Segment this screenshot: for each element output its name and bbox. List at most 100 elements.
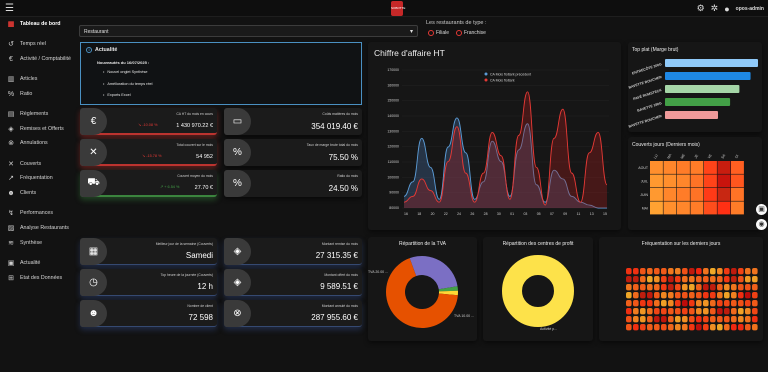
sidebar-item-etat-donnees[interactable]: ⊞ Etat des Données xyxy=(7,273,62,283)
tva-donut-chart[interactable]: TVA 20.00 ... TVA 10.00 ... xyxy=(368,237,477,341)
x-tick-label: 07 xyxy=(550,212,554,216)
sidebar-item-synthese[interactable]: ≋ Synthèse xyxy=(7,238,42,248)
euro-icon: € xyxy=(80,108,107,135)
euro-icon: € xyxy=(9,55,13,63)
restaurant-type-label: Les restaurants de type : xyxy=(426,20,487,26)
account-cog-icon[interactable]: ✲ xyxy=(711,3,719,14)
radio-franchise[interactable]: Franchise xyxy=(456,30,486,36)
heatmap-dot xyxy=(689,308,695,315)
heatmap-dot xyxy=(752,292,758,299)
heatmap-dot xyxy=(675,300,681,307)
user-icon[interactable]: ● xyxy=(724,4,729,14)
floating-menu-button[interactable]: ▣ xyxy=(756,204,767,215)
sidebar-item-annulations[interactable]: ⊗ Annulations xyxy=(7,138,48,148)
heatmap-cell xyxy=(663,201,677,215)
heatmap-dot xyxy=(703,300,709,307)
sidebar-item-tableau-de-bord[interactable]: ▦ Tableau de bord xyxy=(7,19,61,29)
heatmap-dot xyxy=(717,324,723,331)
x-tick-label: 22 xyxy=(444,212,448,216)
heatmap-dot xyxy=(668,284,674,291)
news-icon: ▣ xyxy=(7,260,15,267)
row-label: JUIL xyxy=(641,179,648,183)
heatmap-dot xyxy=(696,324,702,331)
user-name[interactable]: opos-admin xyxy=(736,6,764,12)
heatmap-cell xyxy=(731,188,744,201)
cancel-icon: ⊗ xyxy=(8,140,14,147)
heatmap-dot xyxy=(640,276,646,283)
sidebar-item-analyse[interactable]: ▨ Analyse Restaurants xyxy=(7,223,69,233)
heatmap-dot xyxy=(724,308,730,315)
centres-donut-chart[interactable]: Activité p... xyxy=(483,237,593,341)
actualite-panel: iActualité Nouveautés du 16/07/2025 : No… xyxy=(80,42,362,105)
top-plat-bar-chart[interactable]: ENTRECÔTE 300GBAVETTE BOUCHERPAVÉ RUMSTE… xyxy=(628,42,762,132)
heatmap-dot xyxy=(731,284,737,291)
analytics-icon: ▨ xyxy=(7,225,15,232)
history-icon: ↺ xyxy=(8,41,14,48)
info-icon: i xyxy=(86,47,92,53)
heatmap-dot xyxy=(717,308,723,315)
sidebar-item-couverts[interactable]: ✕ Couverts xyxy=(7,159,41,169)
kpi-card-ca-ht: € CA HT du mois en cours ↘ -10.08 % 1 43… xyxy=(80,108,217,135)
settings-icon[interactable]: ⚙ xyxy=(697,3,705,14)
heatmap-dot xyxy=(731,292,737,299)
top-plat-panel: Top plat (Marge brut) ENTRECÔTE 300G BAVE… xyxy=(628,42,762,132)
slice-label: TVA 10.00 ... xyxy=(454,314,474,318)
heatmap-dot xyxy=(689,300,695,307)
heatmap-dot xyxy=(696,284,702,291)
heatmap-dot xyxy=(689,292,695,299)
sidebar-item-reglements[interactable]: ▤ Règlements xyxy=(7,109,49,119)
heatmap-cell xyxy=(650,174,663,188)
ca-line-chart[interactable]: CA Mois flottant précédent CA Mois flotta… xyxy=(368,42,621,230)
heatmap-dot xyxy=(647,276,653,283)
tag-icon: ◈ xyxy=(8,126,14,133)
heatmap-dot xyxy=(703,284,709,291)
heatmap-dot xyxy=(752,300,758,307)
dashboard-icon: ▦ xyxy=(7,21,15,28)
bar-chart-icon: ▥ xyxy=(7,76,15,83)
y-tick-label: 90000 xyxy=(389,191,399,195)
heatmap-dot xyxy=(647,308,653,315)
y-tick-label: 140000 xyxy=(387,114,399,118)
kpi-value: Samedi xyxy=(185,251,213,260)
sidebar-item-clients[interactable]: ☻ Clients xyxy=(7,188,36,198)
x-tick-label: 15 xyxy=(603,212,607,216)
floating-chrome-button[interactable]: ◉ xyxy=(756,219,767,230)
heatmap-dot xyxy=(738,308,744,315)
sidebar-item-articles[interactable]: ▥ Articles xyxy=(7,74,38,84)
percent-icon: % xyxy=(224,170,251,197)
heatmap-dot xyxy=(682,300,688,307)
kpi-card-top-heure: ◷ Top heure de la journée (Couverts) 12 … xyxy=(80,269,217,296)
menu-icon[interactable]: ☰ xyxy=(5,3,14,14)
heatmap-dot xyxy=(689,284,695,291)
sidebar-item-actualite[interactable]: ▣ Actualité xyxy=(7,258,41,268)
heatmap-dot xyxy=(626,284,632,291)
heatmap-cell xyxy=(650,161,663,174)
sidebar-item-frequentation[interactable]: ↗ Fréquentation xyxy=(7,173,53,183)
frequentation-dot-heatmap[interactable] xyxy=(599,237,763,341)
heatmap-dot xyxy=(633,276,639,283)
heatmap-cell xyxy=(677,201,690,215)
tag-icon: ◈ xyxy=(224,238,251,265)
sidebar-item-performances[interactable]: ↯ Performances xyxy=(7,208,53,218)
logo[interactable]: SOBOTTE xyxy=(391,1,405,16)
top-bar: ☰ SOBOTTE ⚙ ✲ ● opos-admin xyxy=(0,0,768,17)
couverts-heatmap[interactable]: LU MA ME JE VE SA DI AOUT JUIL JUIN MAI xyxy=(628,137,762,230)
restaurant-select[interactable]: Restaurant ▾ xyxy=(79,25,418,37)
row-label: AOUT xyxy=(638,166,649,170)
couverts-jours-panel: Couverts jours (Derniers mois) LU MA ME JE V… xyxy=(628,137,762,230)
payments-icon: ▤ xyxy=(7,111,15,118)
ca-chart-panel: Chiffre d'affaire HT CA Mois flottant pr… xyxy=(368,42,621,230)
heatmap-dot xyxy=(724,324,730,331)
heatmap-dot xyxy=(668,268,674,275)
radio-filiale[interactable]: Filiale xyxy=(428,30,449,36)
sidebar-item-ratio[interactable]: % Ratio xyxy=(7,89,33,99)
bar xyxy=(665,98,731,106)
people-icon: ☻ xyxy=(80,300,107,327)
heatmap-dot xyxy=(633,284,639,291)
sidebar-item-temps-reel[interactable]: ↺ Temps réel xyxy=(7,39,46,49)
heatmap-dot xyxy=(745,308,751,315)
sidebar-item-remises[interactable]: ◈ Remises et Offerts xyxy=(7,124,63,134)
sidebar-item-activite[interactable]: € Activité / Comptabilité xyxy=(7,54,71,64)
clock-icon: ◷ xyxy=(80,269,107,296)
heatmap-cell xyxy=(677,161,690,174)
